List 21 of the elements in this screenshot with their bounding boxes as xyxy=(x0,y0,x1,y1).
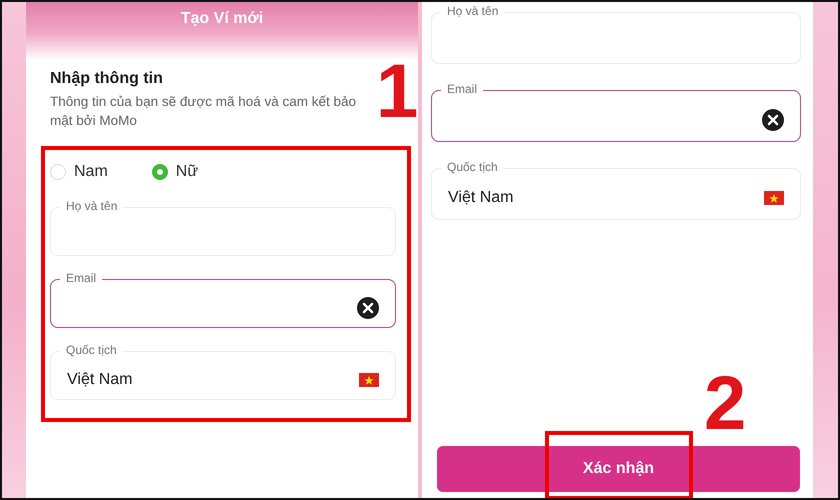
radio-button[interactable] xyxy=(152,164,168,180)
radio-label[interactable]: Nữ xyxy=(176,163,198,181)
field-label: Email xyxy=(441,82,484,96)
field-label: Email xyxy=(60,271,102,285)
radio-label[interactable]: Nam xyxy=(74,163,108,181)
field-value: Việt Nam xyxy=(67,370,134,388)
step-number: 1 xyxy=(376,54,418,130)
step-number: 2 xyxy=(704,366,746,442)
screen-title: Tạo Ví mới xyxy=(180,10,264,29)
section-description: Thông tin của bạn sẽ được mã hoá và cam kết bảo mật bởi MoMo xyxy=(50,93,358,130)
field-label: Họ và tên xyxy=(441,4,504,18)
field-label: Quốc tịch xyxy=(60,343,123,357)
field-label: Quốc tịch xyxy=(441,160,504,174)
field-value: Việt Nam xyxy=(448,189,515,207)
flag-icon xyxy=(359,372,379,386)
clear-icon[interactable] xyxy=(357,296,379,318)
field-label: Họ và tên xyxy=(60,199,124,213)
flag-icon xyxy=(764,191,784,205)
clear-icon[interactable] xyxy=(762,109,784,131)
confirm-button[interactable]: Xác nhận xyxy=(437,446,800,492)
section-heading: Nhập thông tin xyxy=(50,70,164,88)
